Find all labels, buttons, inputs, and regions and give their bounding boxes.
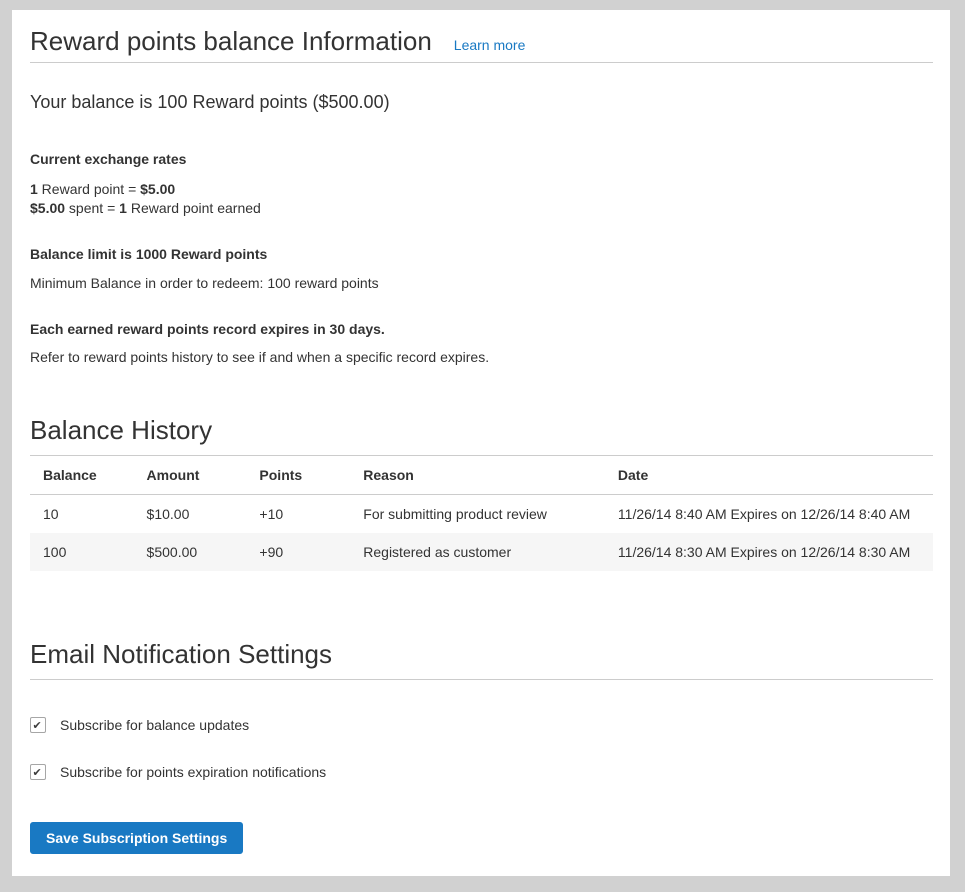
rate-value: 1 [119, 200, 127, 216]
expiry-text: Each earned reward points record expires… [30, 321, 933, 337]
email-settings-heading: Email Notification Settings [30, 639, 933, 680]
column-header-date: Date [608, 456, 933, 495]
exchange-rates: 1 Reward point = $5.00 $5.00 spent = 1 R… [30, 180, 933, 218]
balance-updates-checkbox[interactable] [30, 717, 46, 733]
rate-value: 1 [30, 181, 38, 197]
balance-history-table: Balance Amount Points Reason Date 10 $10… [30, 456, 933, 571]
exchange-rate-line-2: $5.00 spent = 1 Reward point earned [30, 199, 933, 218]
email-notification-section: Email Notification Settings Subscribe fo… [30, 639, 933, 854]
balance-updates-label[interactable]: Subscribe for balance updates [60, 717, 249, 733]
cell-reason: For submitting product review [353, 495, 608, 534]
table-row: 10 $10.00 +10 For submitting product rev… [30, 495, 933, 534]
column-header-balance: Balance [30, 456, 137, 495]
balance-limit-text: Balance limit is 1000 Reward points [30, 246, 933, 262]
rate-value: $5.00 [30, 200, 65, 216]
rate-text: spent = [65, 200, 119, 216]
cell-balance: 10 [30, 495, 137, 534]
expiration-notifications-checkbox[interactable] [30, 764, 46, 780]
page-title: Reward points balance Information [30, 26, 432, 56]
balance-summary: Your balance is 100 Reward points ($500.… [30, 91, 933, 113]
page-header: Reward points balance Information Learn … [30, 26, 933, 63]
minimum-balance-text: Minimum Balance in order to redeem: 100 … [30, 275, 933, 291]
cell-reason: Registered as customer [353, 533, 608, 571]
learn-more-link[interactable]: Learn more [454, 37, 526, 53]
table-row: 100 $500.00 +90 Registered as customer 1… [30, 533, 933, 571]
expiry-note-text: Refer to reward points history to see if… [30, 349, 933, 365]
exchange-rate-line-1: 1 Reward point = $5.00 [30, 180, 933, 199]
exchange-rates-heading: Current exchange rates [30, 151, 933, 167]
cell-points: +10 [249, 495, 353, 534]
expiration-notifications-label[interactable]: Subscribe for points expiration notifica… [60, 764, 326, 780]
save-subscription-button[interactable]: Save Subscription Settings [30, 822, 243, 854]
column-header-amount: Amount [137, 456, 250, 495]
cell-points: +90 [249, 533, 353, 571]
reward-points-card: Reward points balance Information Learn … [12, 10, 950, 876]
rate-text: Reward point = [38, 181, 140, 197]
column-header-points: Points [249, 456, 353, 495]
balance-history-section: Balance History Balance Amount Points Re… [30, 415, 933, 571]
balance-history-heading: Balance History [30, 415, 933, 456]
cell-date: 11/26/14 8:40 AM Expires on 12/26/14 8:4… [608, 495, 933, 534]
rate-value: $5.00 [140, 181, 175, 197]
cell-amount: $10.00 [137, 495, 250, 534]
cell-date: 11/26/14 8:30 AM Expires on 12/26/14 8:3… [608, 533, 933, 571]
table-header-row: Balance Amount Points Reason Date [30, 456, 933, 495]
column-header-reason: Reason [353, 456, 608, 495]
cell-amount: $500.00 [137, 533, 250, 571]
cell-balance: 100 [30, 533, 137, 571]
expiration-notifications-option: Subscribe for points expiration notifica… [30, 764, 933, 780]
rate-text: Reward point earned [127, 200, 261, 216]
balance-updates-option: Subscribe for balance updates [30, 717, 933, 733]
